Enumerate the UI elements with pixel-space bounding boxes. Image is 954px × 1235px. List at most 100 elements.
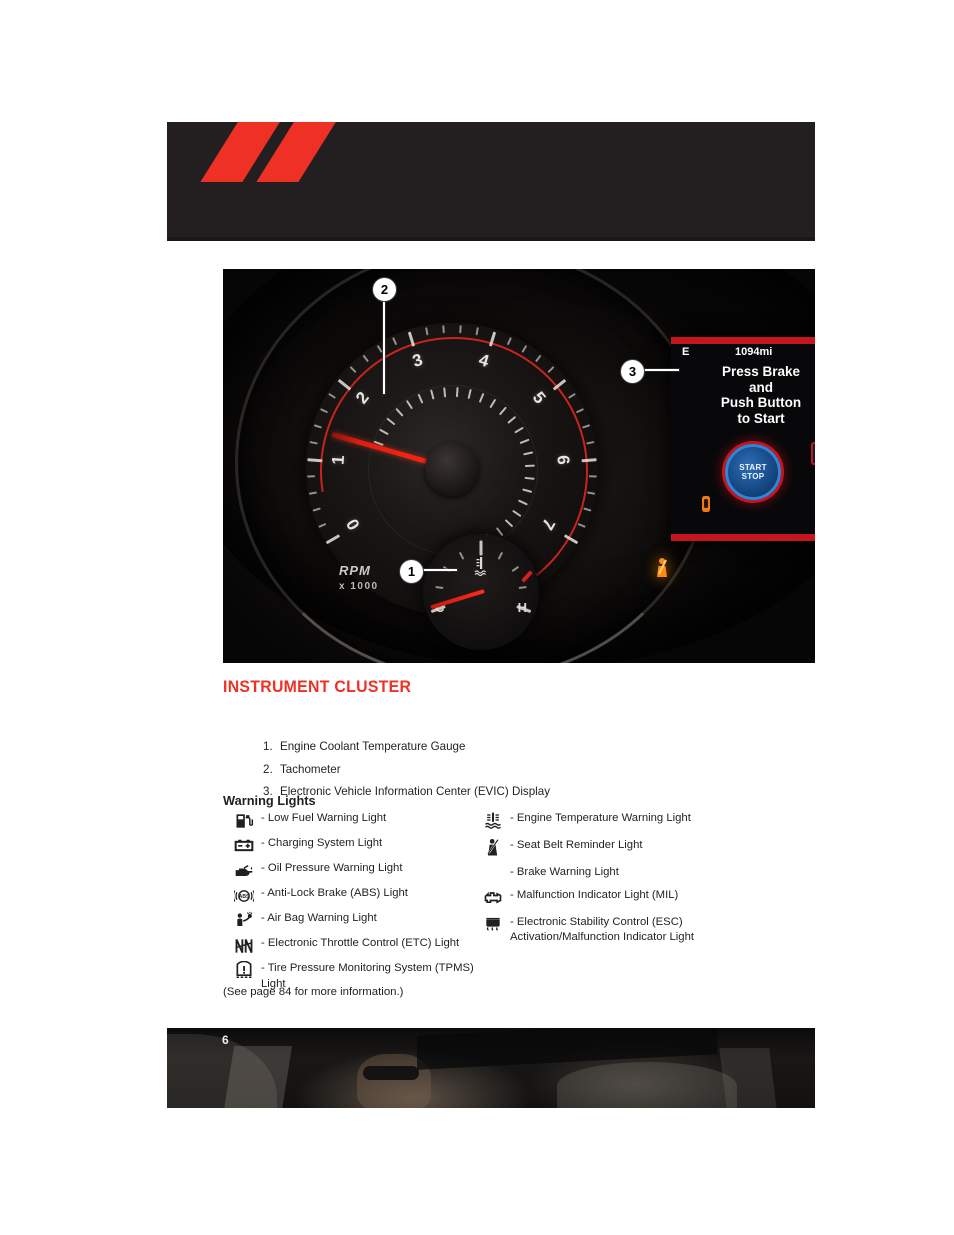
battery-icon <box>227 835 261 856</box>
abs-icon: ABS <box>227 885 261 906</box>
list-item: 3. Electronic Vehicle Information Center … <box>263 781 823 804</box>
list-item-label: Tachometer <box>280 762 341 776</box>
warning-light-label: - Charging System Light <box>261 837 383 849</box>
evic-fuel-letter: E <box>682 346 690 358</box>
warning-lights-title: Warning Lights <box>223 793 316 808</box>
callout-1: 1 <box>399 559 424 584</box>
evic-message-line-4: to Start <box>737 410 785 426</box>
gear-n: N <box>811 484 815 503</box>
warning-light-label: - Seat Belt Reminder Light <box>510 839 643 851</box>
seat-belt-telltale-icon <box>657 558 667 577</box>
callout-leader-3 <box>639 369 679 371</box>
warning-light-row: - Oil Pressure Warning Light <box>227 860 477 881</box>
coolant-temperature-icon <box>476 810 510 831</box>
gear-p: P <box>811 442 815 465</box>
warning-light-label: - Electronic Stability Control (ESC) Act… <box>510 915 694 944</box>
tachometer-hub <box>425 442 479 496</box>
evic-message-line-2: and <box>748 379 773 395</box>
warning-light-label: - Oil Pressure Warning Light <box>261 862 403 874</box>
fuel-pump-icon <box>227 810 261 831</box>
airbag-icon <box>237 911 253 926</box>
list-item-number: 1. <box>263 740 273 753</box>
evic-message-line-1: Press Brake <box>721 364 801 379</box>
seat-belt-icon <box>476 837 510 858</box>
fuel-pump-icon <box>236 814 254 828</box>
evic-odometer: 1094mi <box>735 346 773 358</box>
coolant-gauge-redzone <box>521 570 533 583</box>
tachometer-multiplier-label: x 1000 <box>339 581 379 592</box>
evic-message: Press Brake and Push Button to Start <box>671 364 815 426</box>
warning-light-row: - Seat Belt Reminder Light <box>476 837 706 858</box>
warning-light-row: - Malfunction Indicator Light (MIL) <box>476 887 706 908</box>
tachometer-tick-6: 6 <box>553 454 573 466</box>
warning-light-label: - Engine Temperature Warning Light <box>510 812 691 824</box>
battery-icon <box>234 839 254 852</box>
warning-light-label: - Air Bag Warning Light <box>261 912 377 924</box>
see-page-note: (See page 84 for more information.) <box>223 986 404 998</box>
list-item-number: 2. <box>263 762 273 776</box>
warning-lights-right-column: - Engine Temperature Warning Light - Seat… <box>476 810 706 952</box>
warning-light-row: - Engine Temperature Warning Light <box>476 810 706 831</box>
start-label: START <box>739 463 767 472</box>
warning-light-row: - Brake Warning Light <box>476 864 706 881</box>
warning-lights-left-column: - Low Fuel Warning Light - Charging Syste… <box>227 810 477 996</box>
tachometer-rpm-label: RPM <box>339 563 371 578</box>
tachometer-tick-1: 1 <box>328 454 349 466</box>
electronic-throttle-control-icon <box>235 938 253 954</box>
door-ajar-icon <box>702 496 710 512</box>
abs-icon: ABS <box>234 890 254 902</box>
warning-light-label: - Low Fuel Warning Light <box>261 812 387 824</box>
warning-light-row: - Electronic Stability Control (ESC) Act… <box>476 914 706 946</box>
evic-status-bar: E 1094mi 72 <box>671 346 815 361</box>
warning-light-row: - Low Fuel Warning Light <box>227 810 477 831</box>
check-engine-icon <box>476 887 510 908</box>
coolant-temperature-gauge: C H <box>423 534 539 650</box>
strip-shape-side-window <box>719 1048 777 1108</box>
warning-light-row: ABS - Anti-Lock Brake (ABS) Light <box>227 885 477 906</box>
warning-light-label: - Electronic Throttle Control (ETC) Ligh… <box>261 937 460 949</box>
esc-icon <box>486 917 500 931</box>
warning-light-label: - Anti-Lock Brake (ABS) Light <box>261 887 408 899</box>
thermometer-icon <box>474 557 486 576</box>
bottom-photo-strip: 6 <box>167 1028 815 1108</box>
list-item: 1. Engine Coolant Temperature Gauge <box>263 736 823 759</box>
seat-belt-icon <box>487 839 499 856</box>
svg-text:ABS: ABS <box>239 894 250 900</box>
oil-can-icon <box>227 860 261 881</box>
callout-leader-2 <box>383 298 385 394</box>
strip-shape-sunglasses <box>363 1066 419 1080</box>
start-stop-button-graphic: START STOP <box>725 444 781 500</box>
instrument-cluster-photo: 01234567 RPM x 1000 C H E 1094mi 72 Pres… <box>223 269 815 663</box>
tpms-icon <box>227 960 261 981</box>
list-item: 2. Tachometer <box>263 759 823 782</box>
gear-d: D <box>811 503 815 522</box>
gear-selector-indicator: P R N D L <box>811 442 815 534</box>
oil-can-icon <box>235 864 253 876</box>
warning-light-label: - Brake Warning Light <box>510 866 619 878</box>
coolant-high-label: H <box>517 600 527 615</box>
evic-display: E 1094mi 72 Press Brake and Push Button … <box>671 337 815 541</box>
list-item-label: Engine Coolant Temperature Gauge <box>280 740 466 753</box>
strip-shape-window <box>223 1046 293 1108</box>
coolant-temperature-icon <box>485 812 501 829</box>
page-header: CONTROLS AT A GLANCE <box>167 122 815 241</box>
callout-leader-1 <box>421 569 457 571</box>
check-engine-icon <box>484 891 502 904</box>
warning-light-label: - Malfunction Indicator Light (MIL) <box>510 888 679 901</box>
tpms-icon <box>236 961 252 978</box>
section-title: INSTRUMENT CLUSTER <box>223 678 412 696</box>
gear-l: L <box>811 522 815 534</box>
evic-message-line-3: Push Button <box>720 395 802 410</box>
list-item-label: Electronic Vehicle Information Center (E… <box>280 785 550 798</box>
airbag-icon <box>227 910 261 931</box>
gear-r: R <box>811 465 815 484</box>
callout-2: 2 <box>372 277 397 302</box>
warning-light-row: - Charging System Light <box>227 835 477 856</box>
dodge-stripes-logo <box>200 122 365 184</box>
callout-3: 3 <box>620 359 645 384</box>
stop-label: STOP <box>741 472 765 481</box>
warning-light-row: - Air Bag Warning Light <box>227 910 477 931</box>
no-icon-placeholder <box>476 864 510 866</box>
electronic-throttle-control-icon <box>227 935 261 956</box>
esc-icon <box>476 914 510 935</box>
